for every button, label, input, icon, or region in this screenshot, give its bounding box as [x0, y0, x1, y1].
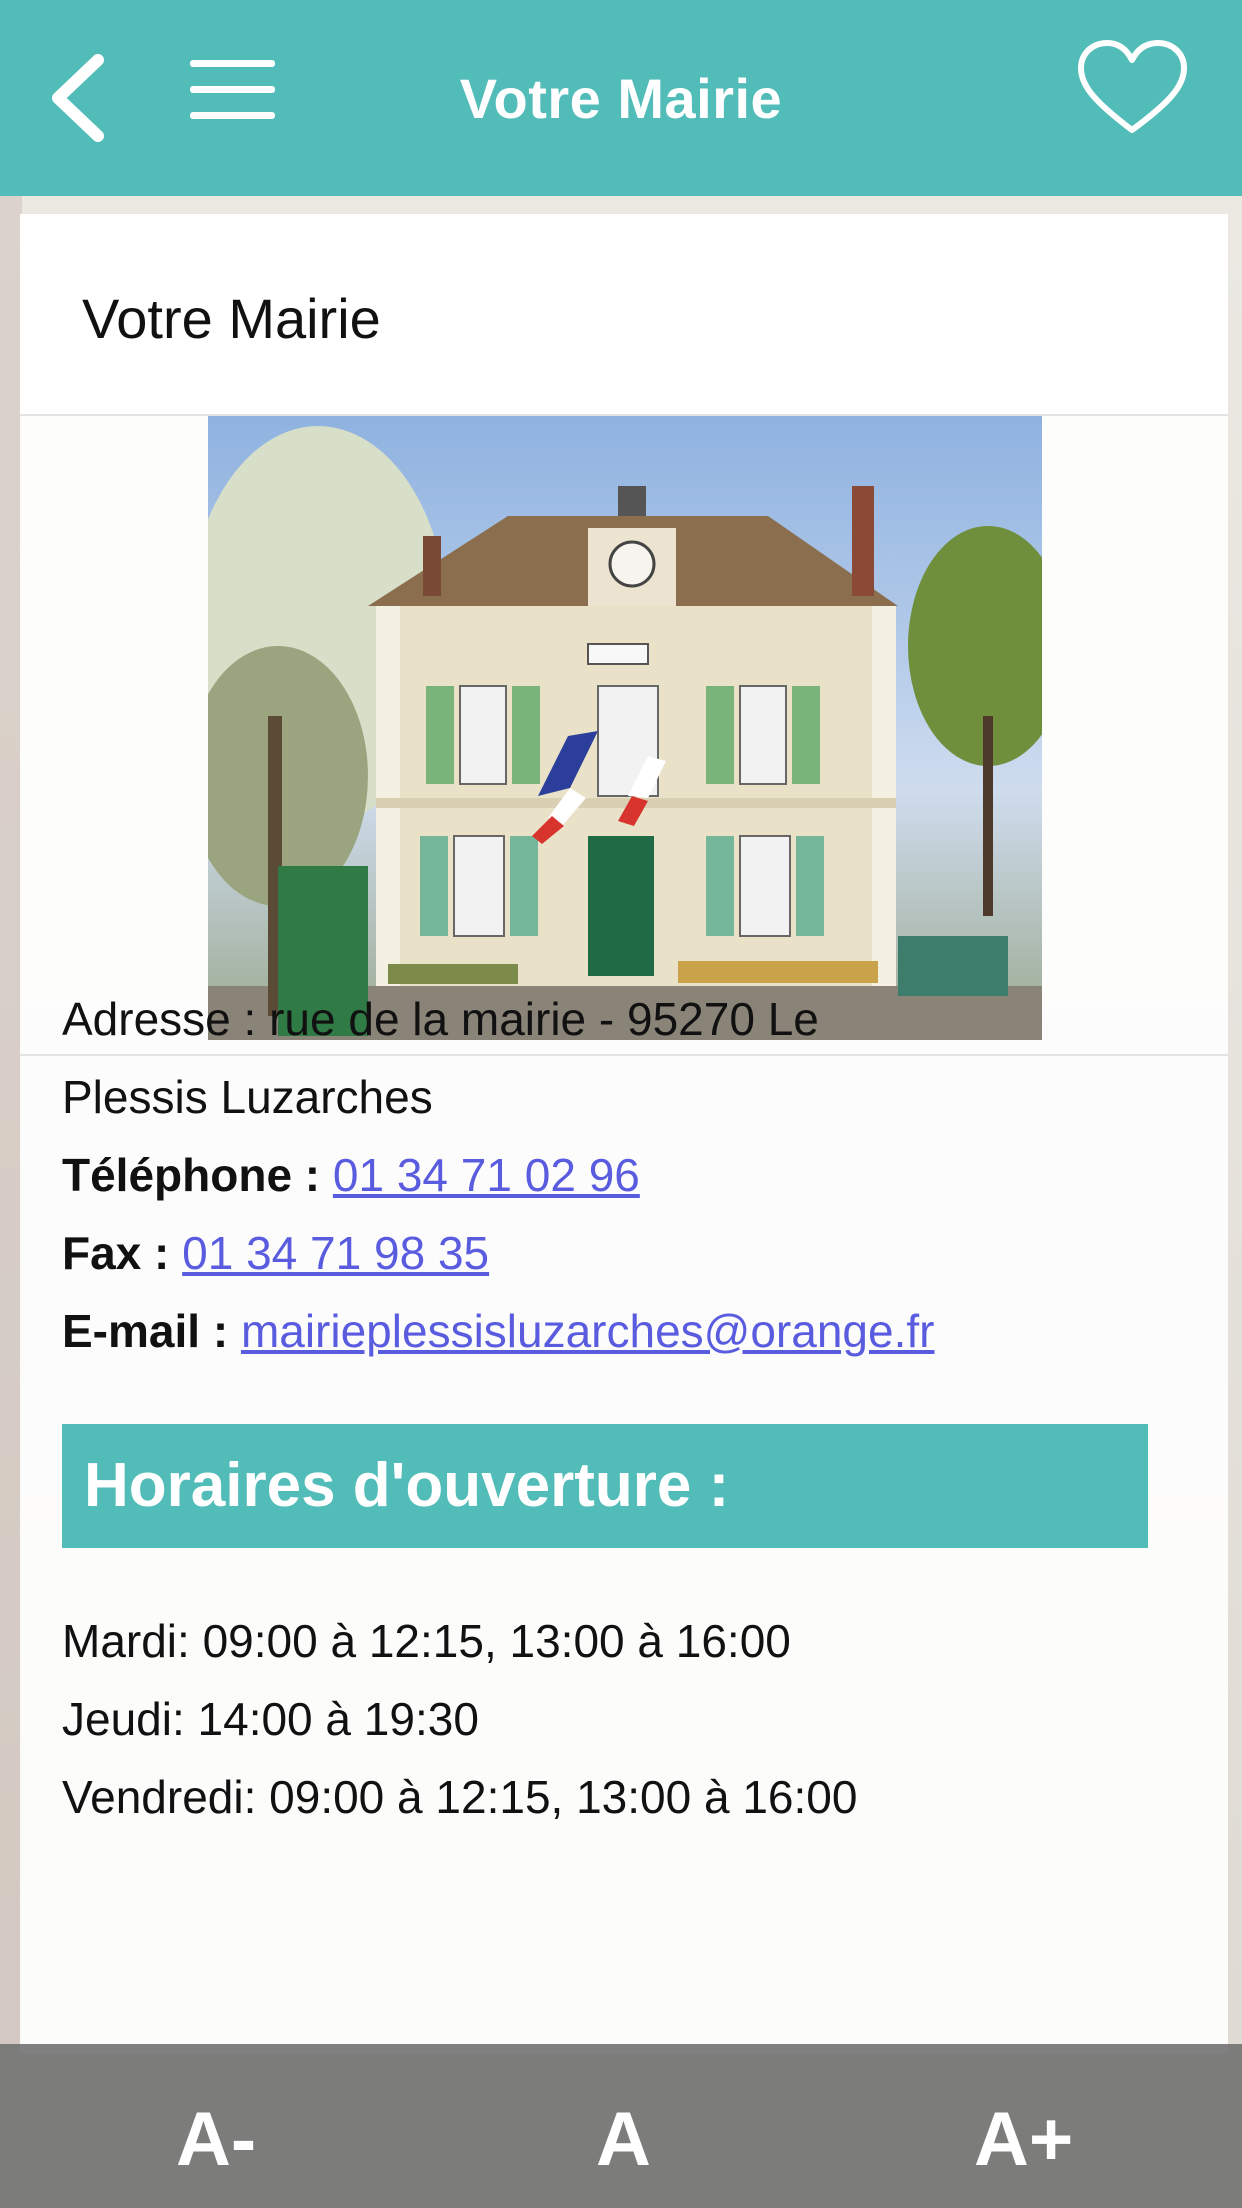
opening-hours-list: Mardi: 09:00 à 12:15, 13:00 à 16:00 Jeud… [62, 1602, 857, 1836]
address-text-continued: Plessis Luzarches [62, 1071, 433, 1123]
fax-line: Fax : 01 34 71 98 35 [62, 1214, 1172, 1292]
opening-hours-heading: Horaires d'ouverture : [62, 1424, 1148, 1548]
fax-label: Fax : [62, 1227, 170, 1279]
phone-link[interactable]: 01 34 71 02 96 [333, 1149, 640, 1201]
card-header: Votre Mairie [20, 214, 1228, 416]
phone-label: Téléphone : [62, 1149, 321, 1201]
email-link[interactable]: mairieplessisluzarches@orange.fr [241, 1305, 935, 1357]
font-size-toolbar: A- A A+ [0, 2044, 1242, 2208]
address-line: Adresse : rue de la mairie - 95270 Le Pl… [62, 980, 1172, 1136]
decrease-font-button[interactable]: A- [176, 2096, 256, 2183]
phone-line: Téléphone : 01 34 71 02 96 [62, 1136, 1172, 1214]
email-line: E-mail : mairieplessisluzarches@orange.f… [62, 1292, 1172, 1370]
fax-link[interactable]: 01 34 71 98 35 [182, 1227, 489, 1279]
reset-font-button[interactable]: A [596, 2096, 651, 2183]
top-navigation-bar: Votre Mairie [0, 0, 1242, 196]
page-title: Votre Mairie [459, 67, 783, 130]
email-label: E-mail : [62, 1305, 229, 1357]
address-text: Adresse : rue de la mairie - 95270 Le [62, 993, 819, 1045]
town-hall-photo [208, 416, 1042, 1040]
contact-info: Adresse : rue de la mairie - 95270 Le Pl… [62, 980, 1172, 1370]
card-title: Votre Mairie [82, 287, 381, 350]
heart-outline-icon [1078, 40, 1187, 133]
hours-line-tuesday: Mardi: 09:00 à 12:15, 13:00 à 16:00 [62, 1615, 791, 1667]
favorite-button[interactable] [1075, 38, 1190, 138]
increase-font-button[interactable]: A+ [974, 2096, 1073, 2183]
hours-line-friday: Vendredi: 09:00 à 12:15, 13:00 à 16:00 [62, 1771, 858, 1823]
town-hall-illustration [208, 426, 1042, 1040]
background-column [0, 196, 22, 2046]
hours-line-thursday: Jeudi: 14:00 à 19:30 [62, 1693, 479, 1745]
